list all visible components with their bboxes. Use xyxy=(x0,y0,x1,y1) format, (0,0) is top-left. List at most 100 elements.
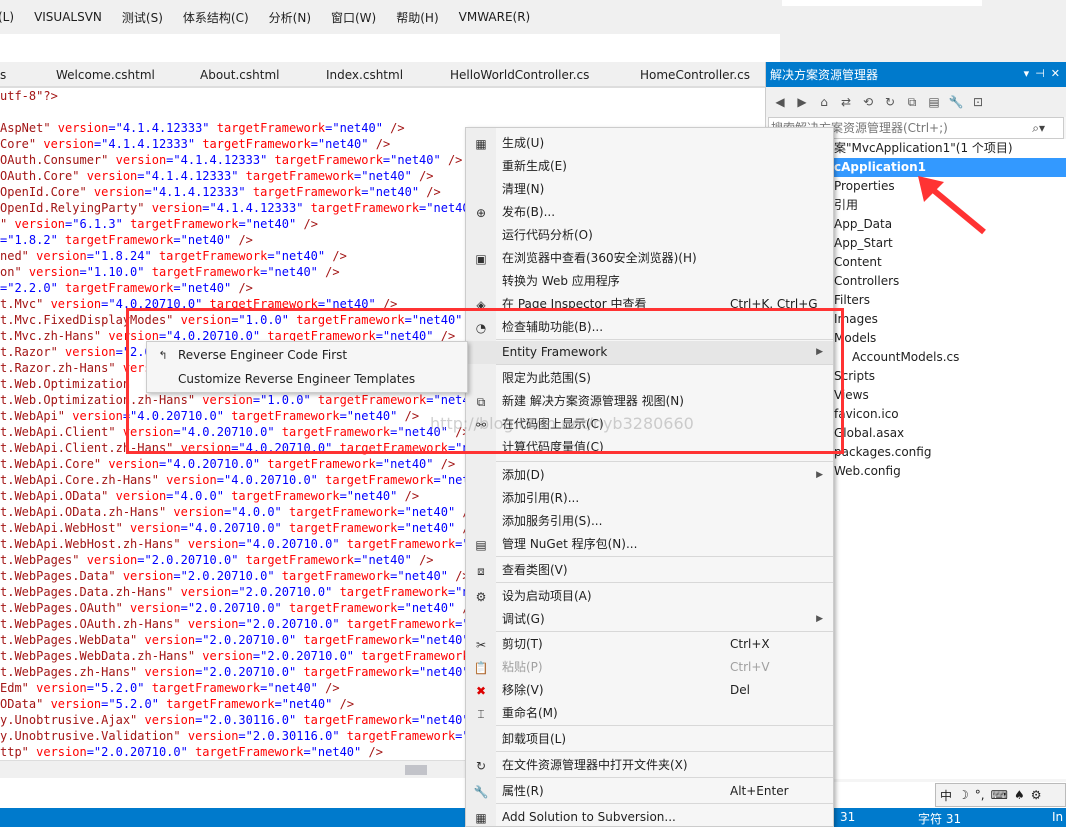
tree-node[interactable]: Scripts xyxy=(834,367,875,386)
code-text[interactable]: utf-8"?> AspNet" version="4.1.4.12333" ta… xyxy=(0,88,506,760)
code-line[interactable]: ned" version="1.8.24" targetFramework="n… xyxy=(0,248,506,264)
code-line[interactable]: t.Web.Optimization.zh-Hans" version="1.0… xyxy=(0,392,506,408)
tree-node[interactable]: Models xyxy=(834,329,876,348)
context-menu-item[interactable]: ⌶ 重命名(M) xyxy=(466,702,833,725)
tree-node[interactable]: favicon.ico xyxy=(834,405,899,424)
ime-button[interactable]: ⌨ xyxy=(991,788,1008,802)
context-menu-item[interactable]: ▦ Add Solution to Subversion... xyxy=(466,806,833,827)
tree-node[interactable]: Views xyxy=(834,386,869,405)
pin-icon[interactable]: ⊣ xyxy=(1035,67,1045,80)
context-menu-item[interactable]: 重新生成(E) xyxy=(466,155,833,178)
code-line[interactable]: on" version="1.10.0" targetFramework="ne… xyxy=(0,264,506,280)
refresh-icon[interactable]: ↻ xyxy=(882,94,898,110)
code-line[interactable]: t.WebApi.Core" version="4.0.20710.0" tar… xyxy=(0,456,506,472)
code-line[interactable]: t.WebApi" version="4.0.20710.0" targetFr… xyxy=(0,408,506,424)
context-menu-item[interactable]: ✂ 剪切(T) Ctrl+X xyxy=(466,633,833,656)
ime-button[interactable]: °, xyxy=(975,788,985,802)
context-menu-item[interactable]: ▦ 生成(U) xyxy=(466,132,833,155)
code-line[interactable]: OData" version="5.2.0" targetFramework="… xyxy=(0,696,506,712)
context-menu-item[interactable]: 卸载项目(L) xyxy=(466,728,833,751)
code-line[interactable]: Edm" version="5.2.0" targetFramework="ne… xyxy=(0,680,506,696)
scrollbar-thumb[interactable] xyxy=(405,765,427,775)
code-line[interactable]: utf-8"?> xyxy=(0,88,506,104)
context-menu-item[interactable]: ⊕ 发布(B)... xyxy=(466,201,833,224)
code-line[interactable]: OAuth.Core" version="4.1.4.12333" target… xyxy=(0,168,506,184)
code-line[interactable]: t.WebPages.OAuth" version="2.0.20710.0" … xyxy=(0,600,506,616)
code-line[interactable]: y.Unobtrusive.Validation" version="2.0.3… xyxy=(0,728,506,744)
code-line[interactable] xyxy=(0,104,506,120)
context-menu-item[interactable]: ⧉ 新建 解决方案资源管理器 视图(N) xyxy=(466,390,833,413)
tree-node[interactable]: Content xyxy=(834,253,882,272)
context-menu-item[interactable]: 添加服务引用(S)... xyxy=(466,510,833,533)
context-menu-item[interactable]: 转换为 Web 应用程序 xyxy=(466,270,833,293)
tree-node[interactable]: AccountModels.cs xyxy=(852,348,959,367)
dropdown-icon[interactable]: ▾ xyxy=(1024,67,1030,80)
context-menu-item[interactable]: ◔ 检查辅助功能(B)... xyxy=(466,316,833,339)
pending-changes-icon[interactable]: ⟲ xyxy=(860,94,876,110)
code-line[interactable]: AspNet" version="4.1.4.12333" targetFram… xyxy=(0,120,506,136)
tree-node[interactable]: Filters xyxy=(834,291,870,310)
document-tab[interactable]: s xyxy=(0,68,6,82)
code-line[interactable]: OAuth.Consumer" version="4.1.4.12333" ta… xyxy=(0,152,506,168)
ime-button[interactable]: ☽ xyxy=(958,788,969,802)
context-menu-item[interactable]: ▤ 管理 NuGet 程序包(N)... xyxy=(466,533,833,556)
menu-item[interactable]: 测试(S) xyxy=(112,9,173,26)
context-menu-item[interactable]: Entity Framework ▶ xyxy=(466,341,833,364)
document-tab[interactable]: Index.cshtml xyxy=(326,68,403,82)
code-line[interactable]: ="2.2.0" targetFramework="net40" /> xyxy=(0,280,506,296)
tree-node[interactable]: App_Data xyxy=(834,215,892,234)
code-line[interactable]: t.WebPages.Data.zh-Hans" version="2.0.20… xyxy=(0,584,506,600)
menu-item[interactable]: 帮助(H) xyxy=(386,9,448,26)
search-icon[interactable]: ⌕▾ xyxy=(1032,118,1045,138)
forward-icon[interactable]: ▶ xyxy=(794,94,810,110)
document-tab[interactable]: About.cshtml xyxy=(200,68,279,82)
show-all-files-icon[interactable]: ▤ xyxy=(926,94,942,110)
properties-icon[interactable]: 🔧 xyxy=(948,94,964,110)
document-tab[interactable]: Welcome.cshtml xyxy=(56,68,155,82)
context-menu-item[interactable]: 添加(D) ▶ xyxy=(466,464,833,487)
menu-item[interactable]: VISUALSVN xyxy=(24,10,112,24)
code-line[interactable]: t.WebApi.WebHost" version="4.0.20710.0" … xyxy=(0,520,506,536)
code-line[interactable]: t.Mvc.FixedDisplayModes" version="1.0.0"… xyxy=(0,312,506,328)
context-menu-item[interactable]: ✖ 移除(V) Del xyxy=(466,679,833,702)
menu-item[interactable]: 窗口(W) xyxy=(321,9,386,26)
quick-launch-box[interactable] xyxy=(782,0,982,6)
tree-node[interactable]: Global.asax xyxy=(834,424,904,443)
code-line[interactable]: t.WebApi.Client.zh-Hans" version="4.0.20… xyxy=(0,440,506,456)
code-line[interactable]: y.Unobtrusive.Ajax" version="2.0.30116.0… xyxy=(0,712,506,728)
context-menu-item[interactable]: ▣ 在浏览器中查看(360安全浏览器)(H) xyxy=(466,247,833,270)
code-line[interactable]: t.WebApi.Core.zh-Hans" version="4.0.2071… xyxy=(0,472,506,488)
submenu-item[interactable]: ↰ Reverse Engineer Code First xyxy=(147,344,467,367)
back-icon[interactable]: ◀ xyxy=(772,94,788,110)
ime-button[interactable]: ♠ xyxy=(1014,788,1025,802)
code-line[interactable]: t.WebApi.OData.zh-Hans" version="4.0.0" … xyxy=(0,504,506,520)
code-line[interactable]: OpenId.RelyingParty" version="4.1.4.1233… xyxy=(0,200,506,216)
code-line[interactable]: t.WebPages.zh-Hans" version="2.0.20710.0… xyxy=(0,664,506,680)
context-menu-item[interactable]: 调试(G) ▶ xyxy=(466,608,833,631)
tree-node[interactable]: Controllers xyxy=(834,272,899,291)
code-line[interactable]: t.WebPages" version="2.0.20710.0" target… xyxy=(0,552,506,568)
tree-node[interactable]: App_Start xyxy=(834,234,893,253)
menu-item[interactable]: VMWARE(R) xyxy=(449,10,541,24)
code-line[interactable]: t.Mvc" version="4.0.20710.0" targetFrame… xyxy=(0,296,506,312)
context-menu-item[interactable]: 运行代码分析(O) xyxy=(466,224,833,247)
code-line[interactable]: t.WebPages.WebData.zh-Hans" version="2.0… xyxy=(0,648,506,664)
preview-icon[interactable]: ⊡ xyxy=(970,94,986,110)
menu-item[interactable]: (L) xyxy=(0,10,24,24)
context-menu-item[interactable]: ⚯ 在代码图上显示(C) xyxy=(466,413,833,436)
code-line[interactable]: t.WebPages.OAuth.zh-Hans" version="2.0.2… xyxy=(0,616,506,632)
context-menu-item[interactable]: 清理(N) xyxy=(466,178,833,201)
context-menu-item[interactable]: ◈ 在 Page Inspector 中查看 Ctrl+K, Ctrl+G xyxy=(466,293,833,316)
code-line[interactable]: t.WebApi.Client" version="4.0.20710.0" t… xyxy=(0,424,506,440)
code-line[interactable]: ="1.8.2" targetFramework="net40" /> xyxy=(0,232,506,248)
close-icon[interactable]: ✕ xyxy=(1051,67,1060,80)
context-menu-item[interactable]: 添加引用(R)... xyxy=(466,487,833,510)
context-menu-item[interactable]: 🔧 属性(R) Alt+Enter xyxy=(466,780,833,803)
tree-node[interactable]: packages.config xyxy=(834,443,931,462)
document-tab[interactable]: HelloWorldController.cs xyxy=(450,68,589,82)
context-menu-item[interactable]: ⧈ 查看类图(V) xyxy=(466,559,833,582)
submenu-item[interactable]: Customize Reverse Engineer Templates xyxy=(147,368,467,391)
code-line[interactable]: t.WebApi.OData" version="4.0.0" targetFr… xyxy=(0,488,506,504)
tree-node[interactable]: 引用 xyxy=(834,196,858,215)
context-menu-item[interactable]: 计算代码度量值(C) xyxy=(466,436,833,459)
